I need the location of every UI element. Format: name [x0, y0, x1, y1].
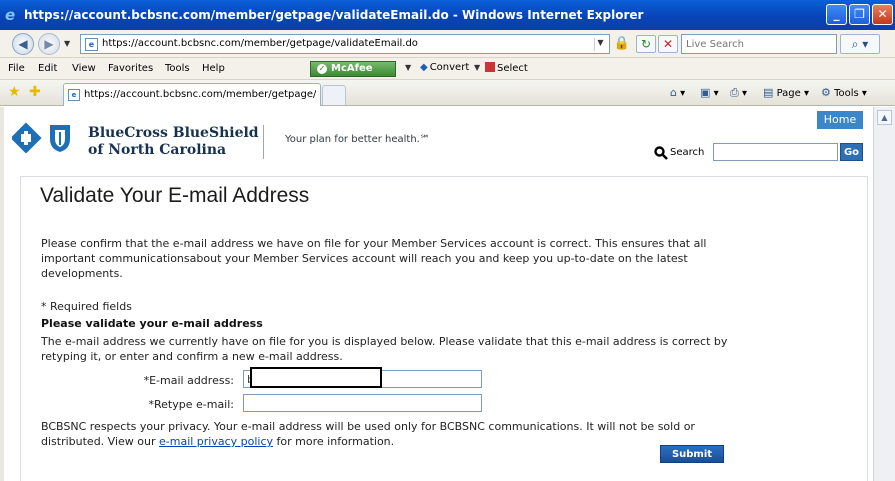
- ie-logo-icon: e: [5, 6, 16, 24]
- live-search-box[interactable]: [681, 34, 837, 54]
- new-tab-button[interactable]: [322, 85, 346, 105]
- menu-bar: File Edit View Favorites Tools Help ✓ McA…: [0, 58, 895, 80]
- history-dropdown-icon[interactable]: ▼: [64, 39, 70, 48]
- brand-name-line1: BlueCross BlueShield: [88, 125, 259, 141]
- vertical-scrollbar[interactable]: ▲: [873, 107, 895, 481]
- page-icon: e: [85, 38, 98, 51]
- page-title: Validate Your E-mail Address: [40, 184, 310, 207]
- section-heading: Please validate your e-mail address: [41, 317, 263, 330]
- search-icon: [654, 146, 668, 160]
- select-label: Select: [497, 63, 528, 74]
- convert-label: Convert: [429, 62, 470, 73]
- page-content: BlueCross BlueShield of North Carolina Y…: [0, 107, 873, 481]
- search-label: Search: [670, 147, 705, 158]
- menu-edit[interactable]: Edit: [38, 63, 57, 74]
- header-divider: [263, 125, 264, 159]
- convert-dropdown-icon[interactable]: ▼: [474, 63, 480, 72]
- retype-email-field[interactable]: [243, 394, 482, 412]
- select-button[interactable]: Select: [485, 62, 528, 74]
- site-search-input[interactable]: [713, 143, 838, 161]
- scroll-up-button[interactable]: ▲: [877, 110, 892, 125]
- select-icon: [485, 62, 495, 72]
- privacy-text-after: for more information.: [273, 435, 395, 448]
- tagline: Your plan for better health.℠: [285, 134, 431, 145]
- address-toolbar: ◀ ▶ ▼ e https://account.bcbsnc.com/membe…: [0, 30, 895, 58]
- gear-icon: ⚙: [821, 86, 831, 99]
- tools-menu-label: Tools: [834, 88, 859, 99]
- privacy-text: BCBSNC respects your privacy. Your e-mai…: [41, 419, 741, 449]
- print-icon[interactable]: ⎙ ▾: [730, 86, 747, 100]
- address-dropdown-icon[interactable]: ▼: [594, 38, 606, 51]
- refresh-button[interactable]: ↻: [636, 35, 656, 53]
- menu-view[interactable]: View: [72, 63, 96, 74]
- menu-help[interactable]: Help: [202, 63, 225, 74]
- tab-active[interactable]: e https://account.bcbsnc.com/member/getp…: [63, 83, 321, 106]
- menu-favorites[interactable]: Favorites: [108, 63, 153, 74]
- retype-email-label: *Retype e-mail:: [148, 398, 235, 411]
- required-note: * Required fields: [41, 300, 132, 313]
- page-menu-button[interactable]: ▤ Page ▾: [763, 86, 809, 99]
- favorites-star-icon[interactable]: ★: [8, 84, 21, 100]
- stop-button[interactable]: ✕: [658, 35, 678, 53]
- minimize-button[interactable]: _: [826, 4, 847, 25]
- window-title: https://account.bcbsnc.com/member/getpag…: [24, 8, 644, 22]
- back-button[interactable]: ◀: [12, 33, 34, 55]
- maximize-button[interactable]: ❐: [849, 4, 870, 25]
- instructions-text: The e-mail address we currently have on …: [41, 335, 728, 363]
- mcafee-dropdown-icon[interactable]: ▼: [405, 63, 411, 72]
- window-title-bar: e https://account.bcbsnc.com/member/getp…: [0, 0, 895, 30]
- mcafee-label: McAfee: [331, 63, 373, 74]
- feeds-icon[interactable]: ▣ ▾: [700, 86, 719, 99]
- home-icon[interactable]: ⌂ ▾: [670, 86, 685, 99]
- search-go-button[interactable]: ⌕ ▾: [840, 34, 880, 54]
- forward-button[interactable]: ▶: [38, 33, 60, 55]
- tab-page-icon: e: [68, 89, 80, 101]
- home-link[interactable]: Home: [817, 111, 863, 129]
- convert-button[interactable]: ◆ Convert: [420, 62, 469, 73]
- tab-bar: ★ ✚ e https://account.bcbsnc.com/member/…: [0, 80, 895, 106]
- lock-icon[interactable]: 🔒: [612, 35, 632, 53]
- menu-file[interactable]: File: [8, 63, 25, 74]
- tab-title: https://account.bcbsnc.com/member/getpag…: [84, 89, 316, 100]
- email-label: *E-mail address:: [143, 374, 234, 387]
- tools-menu-button[interactable]: ⚙ Tools ▾: [821, 86, 867, 99]
- add-favorites-icon[interactable]: ✚: [29, 84, 41, 100]
- bcbs-logo-icon: [12, 122, 70, 153]
- submit-button[interactable]: Submit: [660, 445, 724, 463]
- intro-text: Please confirm that the e-mail address w…: [41, 237, 707, 280]
- live-search-input[interactable]: [682, 35, 836, 53]
- mcafee-button[interactable]: ✓ McAfee: [310, 61, 396, 77]
- convert-icon: ◆: [420, 62, 428, 73]
- go-button[interactable]: Go: [840, 143, 863, 161]
- page-menu-icon: ▤: [763, 86, 774, 99]
- close-button[interactable]: ✕: [872, 4, 893, 25]
- menu-tools[interactable]: Tools: [165, 63, 190, 74]
- privacy-policy-link[interactable]: e-mail privacy policy: [159, 435, 273, 448]
- brand-name-line2: of North Carolina: [88, 142, 227, 158]
- redaction-box: [250, 367, 382, 388]
- page-menu-label: Page: [776, 88, 801, 99]
- address-text[interactable]: https://account.bcbsnc.com/member/getpag…: [102, 38, 418, 49]
- address-bar[interactable]: e https://account.bcbsnc.com/member/getp…: [80, 34, 610, 54]
- check-icon: ✓: [317, 64, 327, 74]
